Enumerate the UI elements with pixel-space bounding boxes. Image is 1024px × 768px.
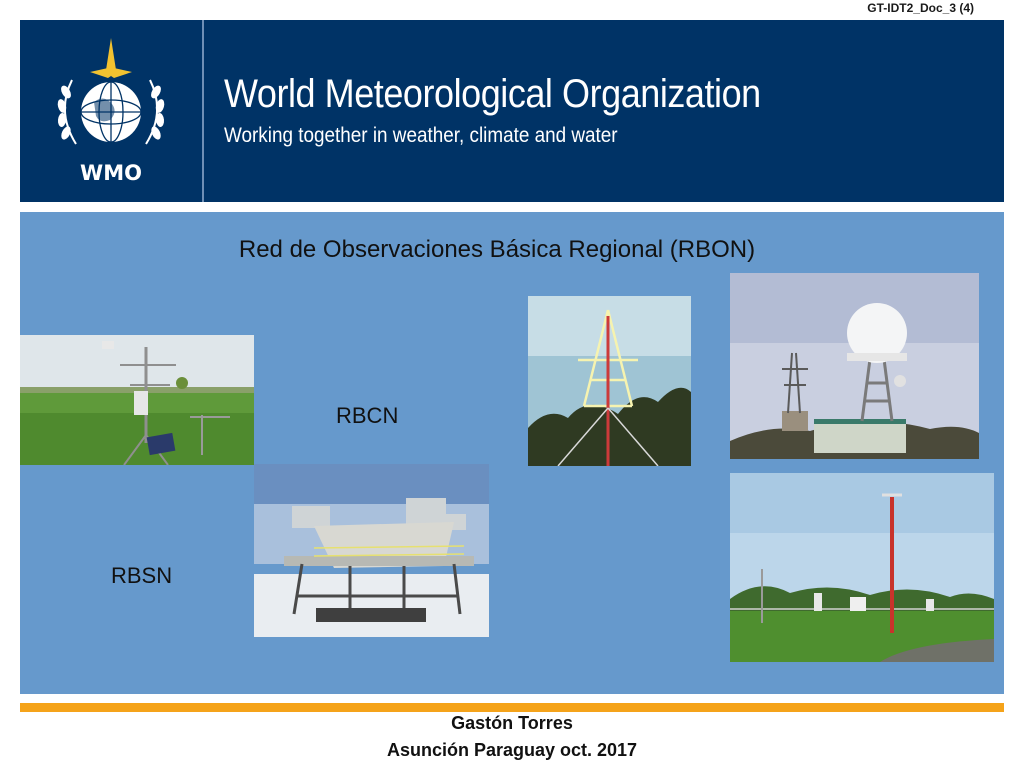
page-subtitle: Working together in weather, climate and… xyxy=(224,124,618,147)
weather-radar-photo xyxy=(730,273,979,459)
rbcn-label: RBCN xyxy=(336,403,399,428)
header-banner: WMO World Meteorological Organization Wo… xyxy=(20,20,1004,202)
wmo-logo-text: WMO xyxy=(80,161,142,185)
observation-field-photo xyxy=(730,473,994,662)
rbsn-label: RBSN xyxy=(111,563,173,588)
document-code: GT-IDT2_Doc_3 (4) xyxy=(867,1,974,15)
footer-accent-bar xyxy=(20,703,1004,712)
wmo-logo: WMO xyxy=(20,20,202,202)
footer-author: Gastón Torres xyxy=(451,713,573,733)
footer-place-date: Asunción Paraguay oct. 2017 xyxy=(386,740,638,760)
slide-heading: Red de Observaciones Básica Regional (RB… xyxy=(238,236,756,263)
automatic-weather-station-photo xyxy=(20,335,254,465)
antenna-mast-photo xyxy=(528,296,691,466)
header-divider xyxy=(202,20,204,202)
antarctic-station-photo xyxy=(254,464,489,637)
page-title: World Meteorological Organization xyxy=(224,72,761,116)
